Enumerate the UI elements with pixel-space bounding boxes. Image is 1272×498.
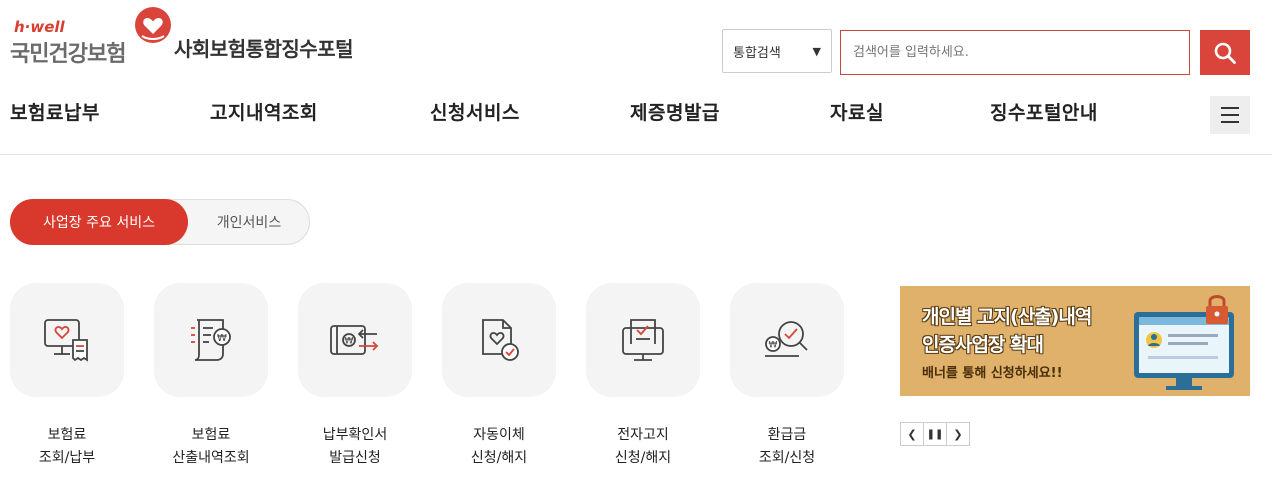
service-label: 보험료조회/납부 bbox=[10, 424, 124, 470]
banner-title-line1: 개인별 고지(산출)내역 bbox=[922, 306, 1092, 328]
heart-logo-icon bbox=[135, 7, 171, 43]
service-auto-transfer[interactable]: 자동이체신청/해지 bbox=[442, 283, 556, 470]
header-divider bbox=[0, 154, 1272, 155]
service-premium-calculation-inquiry[interactable]: ₩ 보험료산출내역조회 bbox=[154, 283, 268, 470]
banner-controls: ❮ ❚❚ ❯ bbox=[900, 422, 970, 446]
service-icon-box bbox=[442, 283, 556, 397]
search-icon bbox=[1214, 42, 1236, 64]
service-label-line2: 조회/신청 bbox=[758, 450, 816, 466]
monitor-heart-icon bbox=[44, 319, 88, 362]
service-icon-box: ₩ bbox=[730, 283, 844, 397]
nav-item-premium-payment[interactable]: 보험료납부 bbox=[10, 98, 100, 125]
svg-text:₩: ₩ bbox=[769, 341, 778, 351]
service-refund[interactable]: ₩ 환급금조회/신청 bbox=[730, 283, 844, 470]
hamburger-menu-button[interactable] bbox=[1210, 96, 1250, 134]
nav-item-application-service[interactable]: 신청서비스 bbox=[430, 98, 520, 125]
service-label-line2: 산출내역조회 bbox=[172, 450, 250, 466]
hamburger-icon-bar bbox=[1221, 114, 1239, 116]
service-icon-box bbox=[586, 283, 700, 397]
service-payment-certificate[interactable]: ₩ 납부확인서발급신청 bbox=[298, 283, 412, 470]
e-notice-icon bbox=[622, 319, 664, 361]
banner-subtitle: 배너를 통해 신청하세요!! bbox=[922, 366, 1063, 381]
monitor-lock-icon bbox=[1134, 295, 1234, 390]
banner-title-line2: 인증사업장 확대 bbox=[922, 334, 1044, 356]
nav-item-portal-guide[interactable]: 징수포털안내 bbox=[990, 98, 1098, 125]
service-icon-box: ₩ bbox=[298, 283, 412, 397]
service-label-line1: 납부확인서 bbox=[322, 427, 388, 443]
global-nav: 보험료납부 고지내역조회 신청서비스 제증명발급 자료실 징수포털안내 bbox=[0, 95, 1272, 131]
service-label-line2: 신청/해지 bbox=[614, 450, 672, 466]
nhis-logo[interactable]: h·well 국민건강보험 bbox=[10, 6, 175, 67]
service-label: 납부확인서발급신청 bbox=[298, 424, 412, 470]
service-label-line2: 조회/납부 bbox=[38, 450, 96, 466]
tab-workplace-services[interactable]: 사업장 주요 서비스 bbox=[10, 199, 188, 245]
banner-next-button[interactable]: ❯ bbox=[946, 422, 970, 446]
banner-prev-button[interactable]: ❮ bbox=[900, 422, 924, 446]
chevron-down-icon: ▼ bbox=[812, 44, 821, 58]
refund-search-icon: ₩ bbox=[765, 321, 808, 357]
service-premium-inquiry-payment[interactable]: 보험료조회/납부 bbox=[10, 283, 124, 470]
service-label: 자동이체신청/해지 bbox=[442, 424, 556, 470]
tab-personal-services[interactable]: 개인서비스 bbox=[189, 199, 309, 245]
search-scope-value: 통합검색 bbox=[733, 45, 781, 61]
service-label-line2: 발급신청 bbox=[329, 450, 381, 466]
chevron-right-icon: ❯ bbox=[953, 427, 963, 441]
service-label: 환급금조회/신청 bbox=[730, 424, 844, 470]
service-icon-box: ₩ bbox=[154, 283, 268, 397]
banner-pause-button[interactable]: ❚❚ bbox=[923, 422, 947, 446]
promo-banner[interactable]: 개인별 고지(산출)내역 인증사업장 확대 배너를 통해 신청하세요!! bbox=[900, 286, 1250, 396]
pause-icon: ❚❚ bbox=[926, 428, 944, 440]
service-label: 전자고지신청/해지 bbox=[586, 424, 700, 470]
service-label: 보험료산출내역조회 bbox=[154, 424, 268, 470]
service-label-line1: 전자고지 bbox=[617, 427, 669, 443]
hwell-logo-text: h·well bbox=[14, 18, 65, 36]
svg-text:₩: ₩ bbox=[345, 337, 354, 347]
service-label-line1: 보험료 bbox=[191, 427, 231, 443]
svg-text:₩: ₩ bbox=[217, 333, 227, 344]
nav-item-notice-inquiry[interactable]: 고지내역조회 bbox=[210, 98, 318, 125]
document-check-icon bbox=[482, 319, 519, 361]
service-label-line1: 자동이체 bbox=[473, 427, 525, 443]
service-label-line1: 보험료 bbox=[47, 427, 87, 443]
search-input[interactable] bbox=[840, 30, 1190, 75]
nav-item-certificate-issue[interactable]: 제증명발급 bbox=[630, 98, 720, 125]
service-icon-box bbox=[10, 283, 124, 397]
nav-item-library[interactable]: 자료실 bbox=[830, 98, 884, 125]
hamburger-icon-bar bbox=[1221, 121, 1239, 123]
hamburger-icon-bar bbox=[1221, 107, 1239, 109]
search-button[interactable] bbox=[1200, 30, 1250, 75]
service-e-notice[interactable]: 전자고지신청/해지 bbox=[586, 283, 700, 470]
document-won-icon: ₩ bbox=[191, 319, 231, 361]
portal-title: 사회보험통합징수포털 bbox=[174, 37, 354, 61]
service-tabs: 사업장 주요 서비스 개인서비스 bbox=[10, 199, 310, 245]
service-label-line1: 환급금 bbox=[767, 427, 807, 443]
nhis-logo-text: 국민건강보험 bbox=[10, 42, 126, 67]
search-scope-select[interactable]: 통합검색 ▼ bbox=[722, 29, 832, 73]
chevron-left-icon: ❮ bbox=[907, 427, 917, 441]
payment-certificate-icon: ₩ bbox=[330, 325, 379, 355]
service-label-line2: 신청/해지 bbox=[470, 450, 528, 466]
